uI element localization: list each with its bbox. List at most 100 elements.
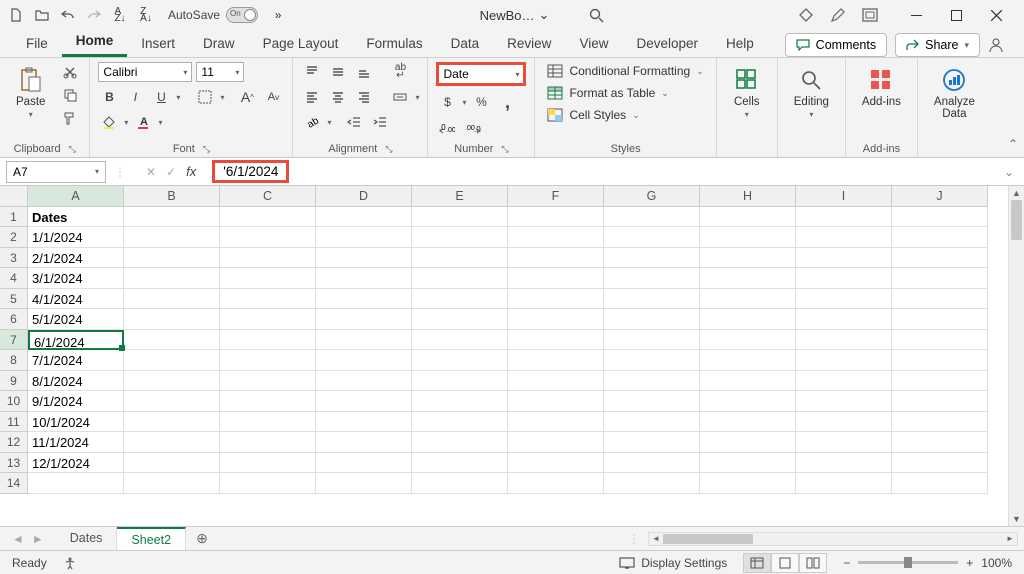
- cell[interactable]: [796, 453, 892, 474]
- tab-file[interactable]: File: [12, 30, 62, 57]
- cell[interactable]: [316, 453, 412, 474]
- font-size-dropdown[interactable]: 11▾: [196, 62, 244, 82]
- cell[interactable]: 2/1/2024: [28, 248, 124, 269]
- sheet-nav-prev-icon[interactable]: ◄: [12, 532, 24, 546]
- cell[interactable]: [604, 432, 700, 453]
- cell[interactable]: 1/1/2024: [28, 227, 124, 248]
- expand-formula-bar-icon[interactable]: ⌄: [994, 165, 1024, 179]
- horizontal-scrollbar[interactable]: ◄ ►: [648, 532, 1018, 546]
- cell[interactable]: [220, 412, 316, 433]
- cell[interactable]: [124, 309, 220, 330]
- cell[interactable]: [604, 412, 700, 433]
- fx-icon[interactable]: fx: [186, 164, 196, 179]
- cell[interactable]: [796, 473, 892, 494]
- cell[interactable]: [220, 227, 316, 248]
- cell[interactable]: [892, 207, 988, 228]
- cell[interactable]: [124, 330, 220, 351]
- column-header[interactable]: G: [604, 186, 700, 207]
- cell[interactable]: [796, 432, 892, 453]
- share-button[interactable]: Share ▾: [895, 33, 980, 57]
- cell[interactable]: 12/1/2024: [28, 453, 124, 474]
- cell[interactable]: 8/1/2024: [28, 371, 124, 392]
- cell[interactable]: [604, 330, 700, 351]
- analyze-data-button[interactable]: Analyze Data: [926, 62, 983, 124]
- cell[interactable]: [604, 248, 700, 269]
- cell[interactable]: [412, 391, 508, 412]
- cell[interactable]: [412, 289, 508, 310]
- cell[interactable]: [604, 473, 700, 494]
- cell[interactable]: [316, 371, 412, 392]
- cell[interactable]: 4/1/2024: [28, 289, 124, 310]
- cell[interactable]: [412, 207, 508, 228]
- name-box[interactable]: A7▾: [6, 161, 106, 183]
- zoom-out-button[interactable]: −: [843, 556, 850, 570]
- row-header[interactable]: 8: [0, 350, 28, 371]
- align-center-icon[interactable]: [327, 87, 349, 107]
- cell[interactable]: [220, 330, 316, 351]
- tab-insert[interactable]: Insert: [127, 30, 189, 57]
- cell[interactable]: [220, 473, 316, 494]
- cell[interactable]: [124, 391, 220, 412]
- row-header[interactable]: 5: [0, 289, 28, 310]
- cell[interactable]: [892, 473, 988, 494]
- cell[interactable]: [220, 453, 316, 474]
- hscroll-thumb[interactable]: [663, 534, 753, 544]
- cell[interactable]: [700, 473, 796, 494]
- cell[interactable]: [604, 350, 700, 371]
- cell[interactable]: [604, 289, 700, 310]
- underline-button[interactable]: U: [150, 87, 172, 107]
- format-painter-icon[interactable]: [59, 108, 81, 128]
- account-icon[interactable]: [980, 33, 1012, 57]
- undo-icon[interactable]: [60, 7, 76, 23]
- tab-help[interactable]: Help: [712, 30, 768, 57]
- row-header[interactable]: 2: [0, 227, 28, 248]
- accessibility-icon[interactable]: [63, 556, 77, 570]
- document-name[interactable]: NewBo… ⌄: [480, 7, 550, 23]
- cell[interactable]: [892, 309, 988, 330]
- column-header[interactable]: B: [124, 186, 220, 207]
- cell[interactable]: [220, 391, 316, 412]
- cell[interactable]: [412, 432, 508, 453]
- cell[interactable]: [220, 371, 316, 392]
- tab-review[interactable]: Review: [493, 30, 565, 57]
- cell[interactable]: [412, 309, 508, 330]
- cell[interactable]: [508, 248, 604, 269]
- cell[interactable]: [124, 432, 220, 453]
- cell[interactable]: [892, 268, 988, 289]
- tab-view[interactable]: View: [565, 30, 622, 57]
- italic-button[interactable]: I: [124, 87, 146, 107]
- cell[interactable]: [316, 412, 412, 433]
- cell[interactable]: [892, 289, 988, 310]
- sheet-nav-next-icon[interactable]: ►: [32, 532, 44, 546]
- cell[interactable]: [124, 227, 220, 248]
- number-launcher-icon[interactable]: ⤡: [501, 144, 508, 155]
- row-header[interactable]: 3: [0, 248, 28, 269]
- font-color-button[interactable]: A: [132, 112, 154, 132]
- page-break-view-button[interactable]: [799, 553, 827, 573]
- cell[interactable]: [700, 289, 796, 310]
- increase-indent-icon[interactable]: [369, 112, 391, 132]
- cell[interactable]: 9/1/2024: [28, 391, 124, 412]
- diamond-icon[interactable]: [798, 7, 814, 23]
- cell[interactable]: [124, 207, 220, 228]
- cell[interactable]: 11/1/2024: [28, 432, 124, 453]
- align-middle-icon[interactable]: [327, 62, 349, 82]
- paste-button[interactable]: Paste ▾: [8, 62, 53, 123]
- cell[interactable]: [508, 350, 604, 371]
- cell[interactable]: 5/1/2024: [28, 309, 124, 330]
- redo-icon[interactable]: [86, 7, 102, 23]
- tab-developer[interactable]: Developer: [622, 30, 712, 57]
- align-bottom-icon[interactable]: [353, 62, 375, 82]
- increase-font-button[interactable]: A^: [236, 87, 258, 107]
- cell[interactable]: [316, 268, 412, 289]
- column-header[interactable]: C: [220, 186, 316, 207]
- merge-center-button[interactable]: [389, 87, 411, 107]
- spreadsheet-grid[interactable]: ABCDEFGHIJ1Dates21/1/202432/1/202443/1/2…: [0, 186, 1024, 526]
- font-name-dropdown[interactable]: Calibri▾: [98, 62, 192, 82]
- cell[interactable]: [316, 207, 412, 228]
- row-header[interactable]: 10: [0, 391, 28, 412]
- cell[interactable]: [700, 309, 796, 330]
- cell[interactable]: [892, 330, 988, 351]
- cell[interactable]: [220, 289, 316, 310]
- cell[interactable]: [796, 330, 892, 351]
